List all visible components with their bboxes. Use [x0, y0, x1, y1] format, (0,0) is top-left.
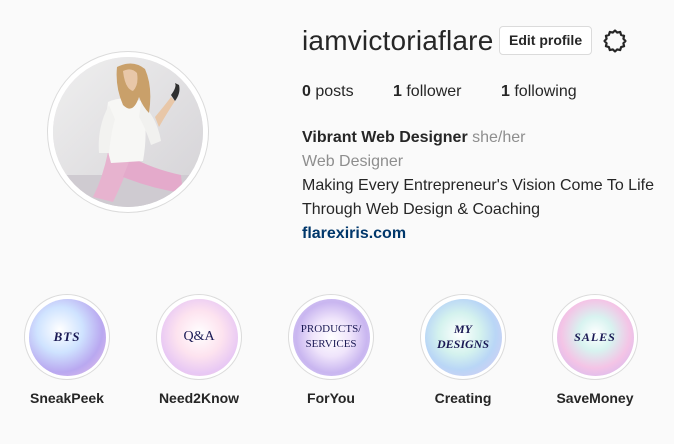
highlight-cover: BTS	[28, 298, 106, 376]
highlight-creating[interactable]: MY DESIGNS Creating	[413, 294, 513, 406]
highlight-cover-text-line2: SERVICES	[305, 338, 357, 350]
bio-line-1: Making Every Entrepreneur's Vision Come …	[302, 177, 654, 194]
followers-link[interactable]: 1 follower	[393, 83, 462, 101]
highlight-cover-text-line1: MY	[454, 322, 472, 336]
highlight-ring: MY DESIGNS	[420, 294, 506, 380]
highlight-label: SneakPeek	[30, 390, 104, 406]
highlight-cover: SALES	[556, 298, 634, 376]
highlight-cover: PRODUCTS/ SERVICES	[292, 298, 370, 376]
followers-label: follower	[406, 83, 462, 100]
following-label: following	[514, 83, 577, 100]
pronouns: she/her	[472, 129, 526, 146]
highlight-label: SaveMoney	[556, 390, 634, 406]
profile-avatar-button[interactable]	[47, 51, 209, 213]
highlight-cover-text: SALES	[574, 329, 616, 344]
bio-line-2: Through Web Design & Coaching	[302, 201, 541, 218]
website-link[interactable]: flarexiris.com	[302, 222, 654, 246]
posts-count: 0	[302, 83, 311, 100]
highlight-cover-text-line2: DESIGNS	[436, 337, 490, 351]
highlight-ring: BTS	[24, 294, 110, 380]
highlight-need2know[interactable]: Q&A Need2Know	[149, 294, 249, 406]
highlight-foryou[interactable]: PRODUCTS/ SERVICES ForYou	[281, 294, 381, 406]
profile-bio: Vibrant Web Designer she/her Web Designe…	[302, 126, 654, 246]
posts-stat: 0 posts	[302, 83, 354, 101]
highlight-label: Need2Know	[158, 390, 240, 406]
highlight-cover-text-line1: PRODUCTS/	[300, 323, 362, 335]
highlight-label: ForYou	[307, 390, 355, 406]
following-link[interactable]: 1 following	[501, 83, 577, 101]
category: Web Designer	[302, 153, 404, 170]
highlight-sneakpeek[interactable]: BTS SneakPeek	[17, 294, 117, 406]
highlight-cover: MY DESIGNS	[424, 298, 502, 376]
edit-profile-button[interactable]: Edit profile	[499, 26, 593, 55]
highlight-ring: Q&A	[156, 294, 242, 380]
settings-button[interactable]	[601, 27, 629, 55]
highlight-cover-text: Q&A	[183, 329, 215, 344]
highlight-cover: Q&A	[160, 298, 238, 376]
gear-icon	[603, 29, 627, 53]
highlight-ring: PRODUCTS/ SERVICES	[288, 294, 374, 380]
highlight-cover-text: BTS	[53, 329, 81, 344]
following-count: 1	[501, 83, 510, 100]
highlight-label: Creating	[434, 390, 492, 406]
avatar-photo	[53, 57, 203, 207]
posts-label: posts	[315, 83, 354, 100]
highlight-savemoney[interactable]: SALES SaveMoney	[545, 294, 645, 406]
username: iamvictoriaflare	[302, 25, 494, 56]
highlight-ring: SALES	[552, 294, 638, 380]
followers-count: 1	[393, 83, 402, 100]
avatar	[53, 57, 203, 207]
display-name: Vibrant Web Designer	[302, 129, 468, 146]
